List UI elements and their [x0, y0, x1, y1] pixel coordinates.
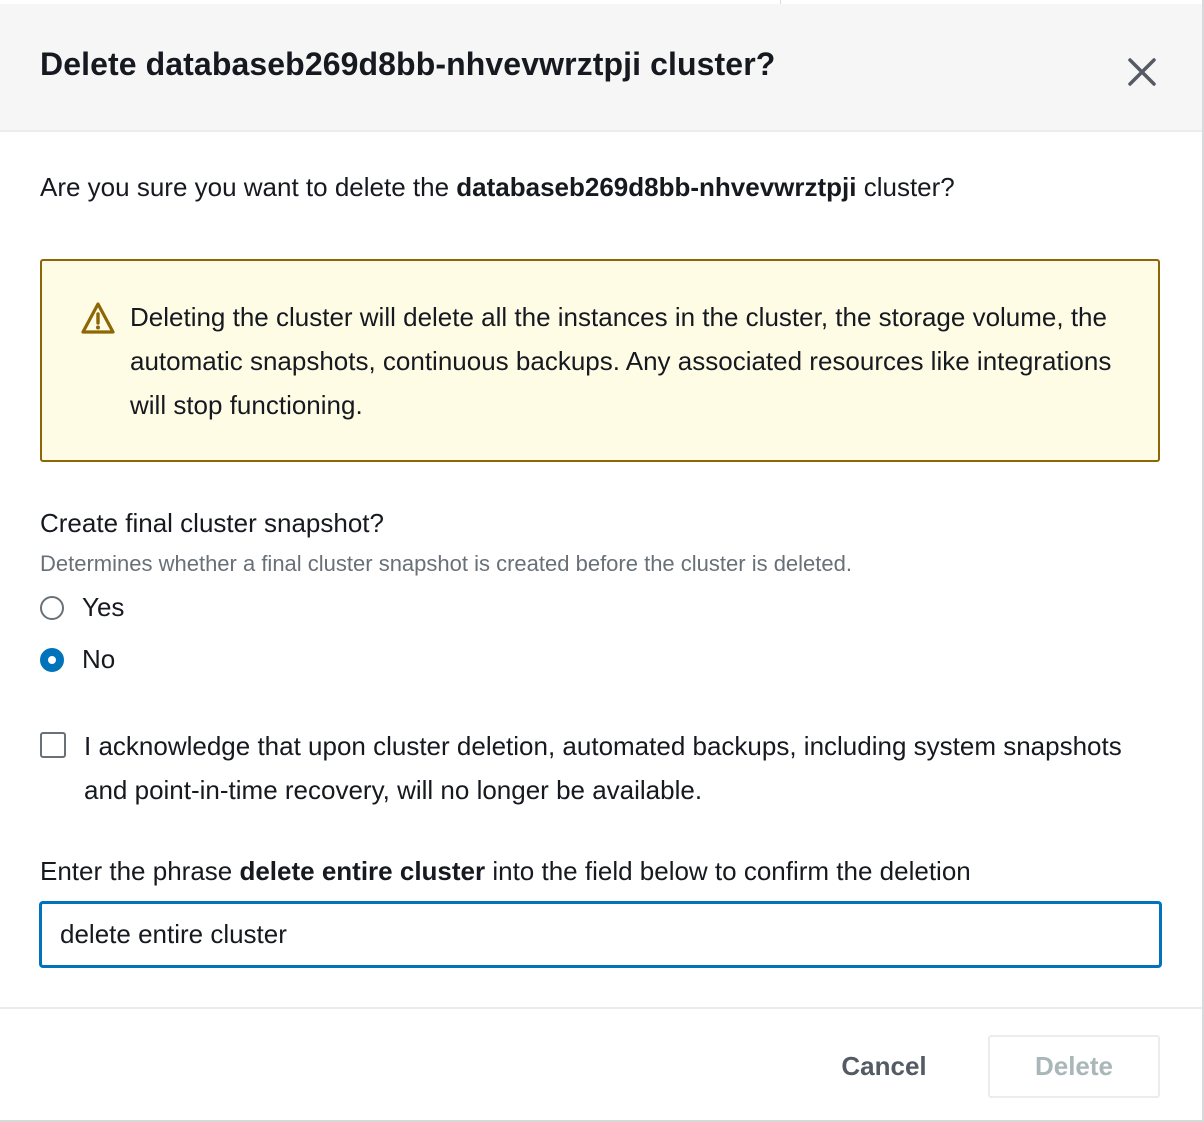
radio-no[interactable]: No	[40, 644, 115, 675]
radio-yes-label: Yes	[82, 592, 125, 622]
phrase-prefix: Enter the phrase	[40, 856, 240, 886]
close-icon	[1128, 58, 1156, 86]
snapshot-label: Create final cluster snapshot?	[40, 508, 384, 538]
dialog-footer: Cancel Delete	[0, 1007, 1202, 1120]
warning-text: Deleting the cluster will delete all the…	[130, 302, 1112, 420]
radio-no-circle[interactable]	[40, 647, 64, 672]
radio-yes-circle[interactable]	[40, 595, 64, 620]
dialog-title: Delete databaseb269d8bb-nhvevwrztpji clu…	[40, 46, 776, 82]
delete-cluster-dialog: Delete databaseb269d8bb-nhvevwrztpji clu…	[0, 0, 1204, 1122]
confirm-suffix: cluster?	[856, 172, 955, 202]
acknowledge-checkbox[interactable]	[40, 732, 66, 758]
cluster-name: databaseb269d8bb-nhvevwrztpji	[456, 172, 857, 202]
acknowledge-text: I acknowledge that upon cluster deletion…	[84, 731, 1122, 805]
cancel-button[interactable]: Cancel	[818, 1035, 950, 1097]
warning-icon	[81, 302, 115, 334]
confirm-phrase-input[interactable]	[40, 902, 1161, 967]
dialog-header: Delete databaseb269d8bb-nhvevwrztpji clu…	[0, 4, 1202, 132]
confirm-prefix: Are you sure you want to delete the	[40, 172, 457, 202]
radio-no-label: No	[82, 644, 116, 674]
phrase-suffix: into the field below to confirm the dele…	[485, 856, 971, 886]
radio-yes[interactable]: Yes	[40, 592, 124, 623]
snapshot-description: Determines whether a final cluster snaps…	[40, 551, 852, 576]
confirm-message: Are you sure you want to delete the data…	[40, 172, 955, 203]
phrase-instruction: Enter the phrase delete entire cluster i…	[40, 856, 971, 887]
warning-alert: Deleting the cluster will delete all the…	[40, 259, 1160, 462]
delete-button[interactable]: Delete	[988, 1035, 1160, 1098]
required-phrase: delete entire cluster	[239, 856, 486, 886]
close-button[interactable]	[1120, 50, 1164, 94]
